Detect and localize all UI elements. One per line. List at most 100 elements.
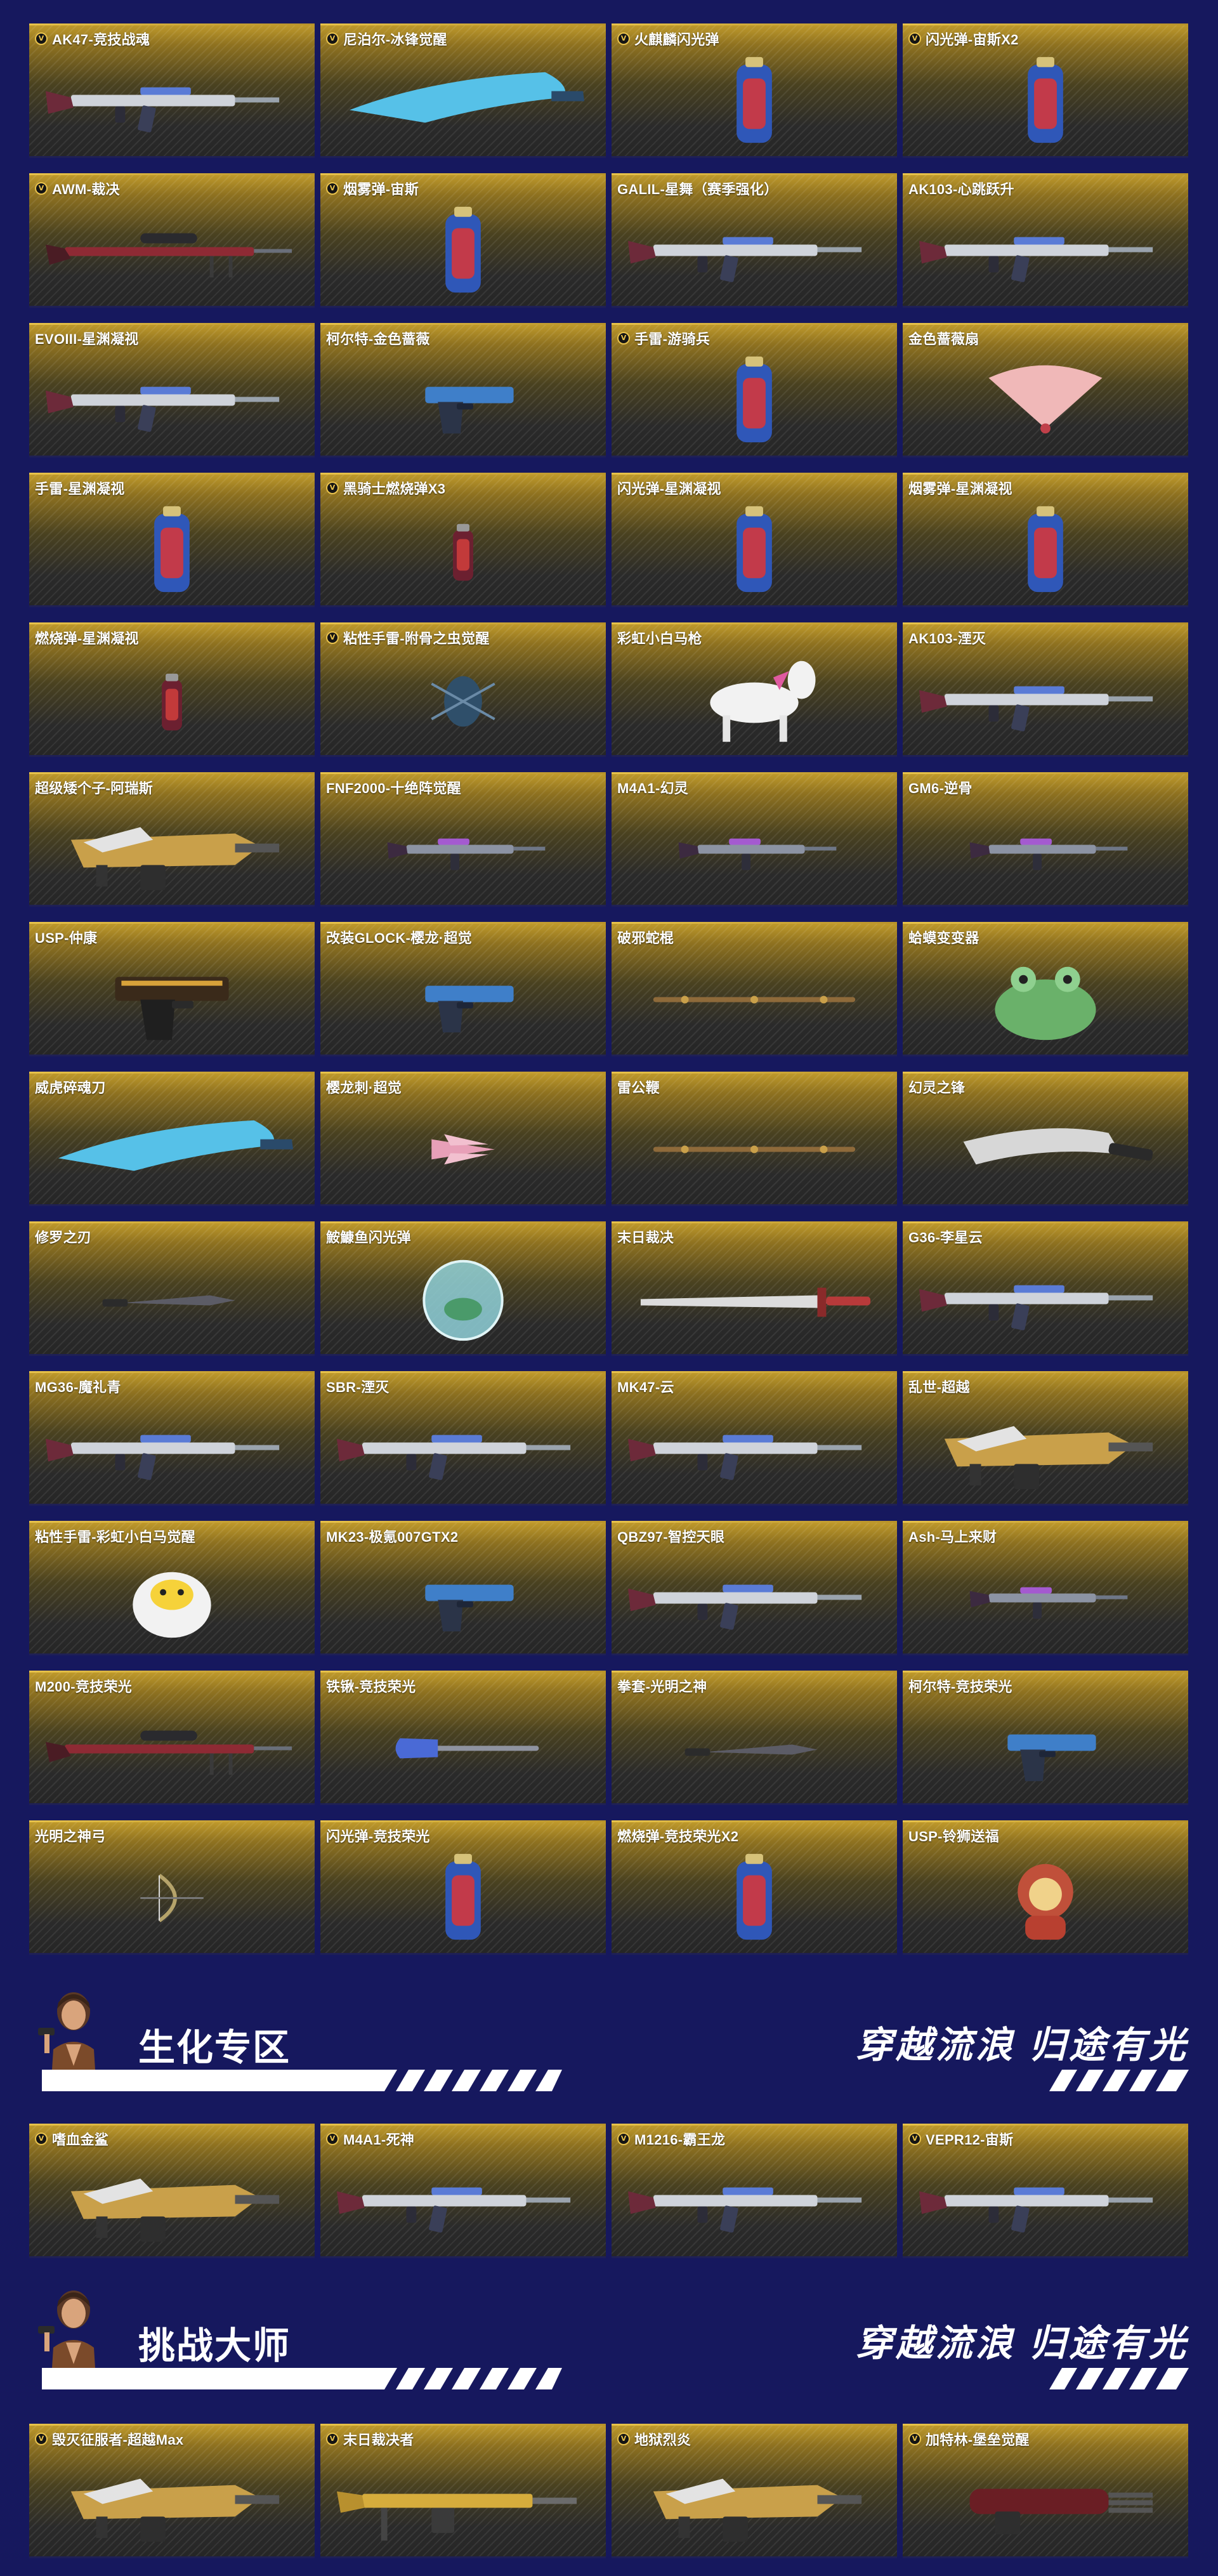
item-name: 末日裁决者 <box>343 2432 414 2448</box>
bio-item-card[interactable]: V M1216-霸王龙 <box>612 2124 897 2258</box>
sword-icon <box>628 1251 881 1346</box>
item-name: 柯尔特-竞技荣光 <box>908 1679 1012 1695</box>
main-item-card[interactable]: 幻灵之锋 <box>903 1072 1188 1206</box>
bio-item-card[interactable]: V 嗜血金鲨 <box>29 2124 315 2258</box>
vip-badge-icon: V <box>617 32 630 45</box>
main-item-card[interactable]: MK47-云 <box>612 1371 897 1506</box>
main-item-card[interactable]: 燃烧弹-竞技荣光X2 <box>612 1820 897 1955</box>
card-header: USP-铃狮送福 <box>908 1825 1183 1846</box>
card-header: 破邪蛇棍 <box>617 927 892 947</box>
main-item-card[interactable]: V 闪光弹-宙斯X2 <box>903 23 1188 158</box>
main-item-card[interactable]: MG36-魔礼青 <box>29 1371 315 1506</box>
main-item-card[interactable]: AK103-心跳跃升 <box>903 173 1188 308</box>
horse-icon <box>628 652 881 747</box>
main-item-card[interactable]: FNF2000-十绝阵觉醒 <box>320 772 606 907</box>
bio-item-card[interactable]: V VEPR12-宙斯 <box>903 2124 1188 2258</box>
vip-badge-icon: V <box>908 2433 921 2445</box>
main-item-card[interactable]: V AK47-竞技战魂 <box>29 23 315 158</box>
challenge-item-card[interactable]: V 地狱烈炎 <box>612 2424 897 2558</box>
card-header: V 闪光弹-宙斯X2 <box>908 29 1183 49</box>
main-item-card[interactable]: 乱世-超越 <box>903 1371 1188 1506</box>
main-item-card[interactable]: V 烟雾弹-宙斯 <box>320 173 606 308</box>
main-item-card[interactable]: 彩虹小白马枪 <box>612 622 897 757</box>
main-item-card[interactable]: AK103-湮灭 <box>903 622 1188 757</box>
main-item-card[interactable]: 蛤蟆变变器 <box>903 922 1188 1056</box>
main-item-card[interactable]: 改装GLOCK-樱龙·超觉 <box>320 922 606 1056</box>
main-item-card[interactable]: EVOIII-星渊凝视 <box>29 323 315 457</box>
main-item-card[interactable]: 柯尔特-竞技荣光 <box>903 1671 1188 1805</box>
main-item-card[interactable]: 樱龙刺·超觉 <box>320 1072 606 1206</box>
grenade-icon <box>919 502 1172 598</box>
main-item-card[interactable]: 柯尔特-金色蔷薇 <box>320 323 606 457</box>
card-header: V 黑骑士燃烧弹X3 <box>326 478 601 498</box>
challenge-item-grid: V 毁灭征服者-超越Max V 末日裁决者 V 地狱烈炎 V 加特林-堡垒觉醒 <box>29 2424 1189 2558</box>
item-name: 黑骑士燃烧弹X3 <box>343 481 446 497</box>
main-item-card[interactable]: 雷公鞭 <box>612 1072 897 1206</box>
main-item-card[interactable]: GM6-逆骨 <box>903 772 1188 907</box>
rifle-icon <box>628 1400 881 1496</box>
main-item-card[interactable]: V 手雷-游骑兵 <box>612 323 897 457</box>
card-header: 蛤蟆变变器 <box>908 927 1183 947</box>
main-item-card[interactable]: USP-铃狮送福 <box>903 1820 1188 1955</box>
main-item-card[interactable]: 闪光弹-竞技荣光 <box>320 1820 606 1955</box>
item-name: 超级矮个子-阿瑞斯 <box>35 780 154 796</box>
heavy-icon <box>46 2453 298 2549</box>
challenge-item-card[interactable]: V 末日裁决者 <box>320 2424 606 2558</box>
lion-icon <box>919 1850 1172 1945</box>
vip-badge-icon: V <box>35 2433 48 2445</box>
vip-badge-icon: V <box>326 2132 339 2145</box>
main-item-card[interactable]: 拳套-光明之神 <box>612 1671 897 1805</box>
main-item-card[interactable]: GALIL-星舞（赛季强化） <box>612 173 897 308</box>
main-item-card[interactable]: 修罗之刃 <box>29 1221 315 1356</box>
main-item-card[interactable]: 超级矮个子-阿瑞斯 <box>29 772 315 907</box>
card-header: 鮟鱇鱼闪光弹 <box>326 1226 601 1247</box>
main-item-card[interactable]: 威虎碎魂刀 <box>29 1072 315 1206</box>
main-item-card[interactable]: 闪光弹-星渊凝视 <box>612 473 897 607</box>
card-header: 燃烧弹-星渊凝视 <box>35 628 310 648</box>
main-item-card[interactable]: SBR-湮灭 <box>320 1371 606 1506</box>
main-item-card[interactable]: 金色蔷薇扇 <box>903 323 1188 457</box>
bio-item-card[interactable]: V M4A1-死神 <box>320 2124 606 2258</box>
item-name: 加特林-堡垒觉醒 <box>926 2432 1030 2448</box>
main-item-card[interactable]: Ash-马上来财 <box>903 1521 1188 1655</box>
knife-icon <box>46 1251 298 1346</box>
card-header: MK47-云 <box>617 1376 892 1396</box>
challenge-item-card[interactable]: V 加特林-堡垒觉醒 <box>903 2424 1188 2558</box>
main-item-card[interactable]: MK23-极氪007GTX2 <box>320 1521 606 1655</box>
card-header: G36-李星云 <box>908 1226 1183 1247</box>
main-item-card[interactable]: QBZ97-智控天眼 <box>612 1521 897 1655</box>
main-item-card[interactable]: 铁锹-竞技荣光 <box>320 1671 606 1805</box>
heavy-icon <box>628 2453 881 2549</box>
item-name: 末日裁决 <box>617 1230 674 1245</box>
rifle-icon <box>337 2153 589 2249</box>
main-item-card[interactable]: G36-李星云 <box>903 1221 1188 1356</box>
main-item-card[interactable]: 鮟鱇鱼闪光弹 <box>320 1221 606 1356</box>
item-name: 柯尔特-金色蔷薇 <box>326 331 430 347</box>
main-item-card[interactable]: 粘性手雷-彩虹小白马觉醒 <box>29 1521 315 1655</box>
main-item-card[interactable]: V AWM-裁决 <box>29 173 315 308</box>
rifle-icon <box>337 1400 589 1496</box>
main-item-card[interactable]: 手雷-星渊凝视 <box>29 473 315 607</box>
challenge-section-header: 挑战大师 穿越流浪 归途有光 <box>29 2278 1189 2405</box>
card-header: V AWM-裁决 <box>35 178 310 199</box>
main-item-card[interactable]: V 黑骑士燃烧弹X3 <box>320 473 606 607</box>
card-header: 超级矮个子-阿瑞斯 <box>35 777 310 798</box>
item-name: 粘性手雷-彩虹小白马觉醒 <box>35 1529 195 1545</box>
main-item-card[interactable]: 燃烧弹-星渊凝视 <box>29 622 315 757</box>
grenade-icon <box>337 202 589 298</box>
challenge-item-card[interactable]: V 毁灭征服者-超越Max <box>29 2424 315 2558</box>
main-item-card[interactable]: M4A1-幻灵 <box>612 772 897 907</box>
main-item-card[interactable]: 烟雾弹-星渊凝视 <box>903 473 1188 607</box>
main-item-card[interactable]: V 粘性手雷-附骨之虫觉醒 <box>320 622 606 757</box>
card-header: GALIL-星舞（赛季强化） <box>617 178 892 199</box>
main-item-card[interactable]: 光明之神弓 <box>29 1820 315 1955</box>
main-item-card[interactable]: V 尼泊尔-冰锋觉醒 <box>320 23 606 158</box>
main-item-card[interactable]: M200-竞技荣光 <box>29 1671 315 1805</box>
main-item-card[interactable]: 末日裁决 <box>612 1221 897 1356</box>
main-item-card[interactable]: V 火麒麟闪光弹 <box>612 23 897 158</box>
main-item-card[interactable]: USP-仲康 <box>29 922 315 1056</box>
main-item-card[interactable]: 破邪蛇棍 <box>612 922 897 1056</box>
item-name: M4A1-幻灵 <box>617 780 689 796</box>
card-header: V 嗜血金鲨 <box>35 2129 310 2149</box>
item-name: EVOIII-星渊凝视 <box>35 331 139 347</box>
